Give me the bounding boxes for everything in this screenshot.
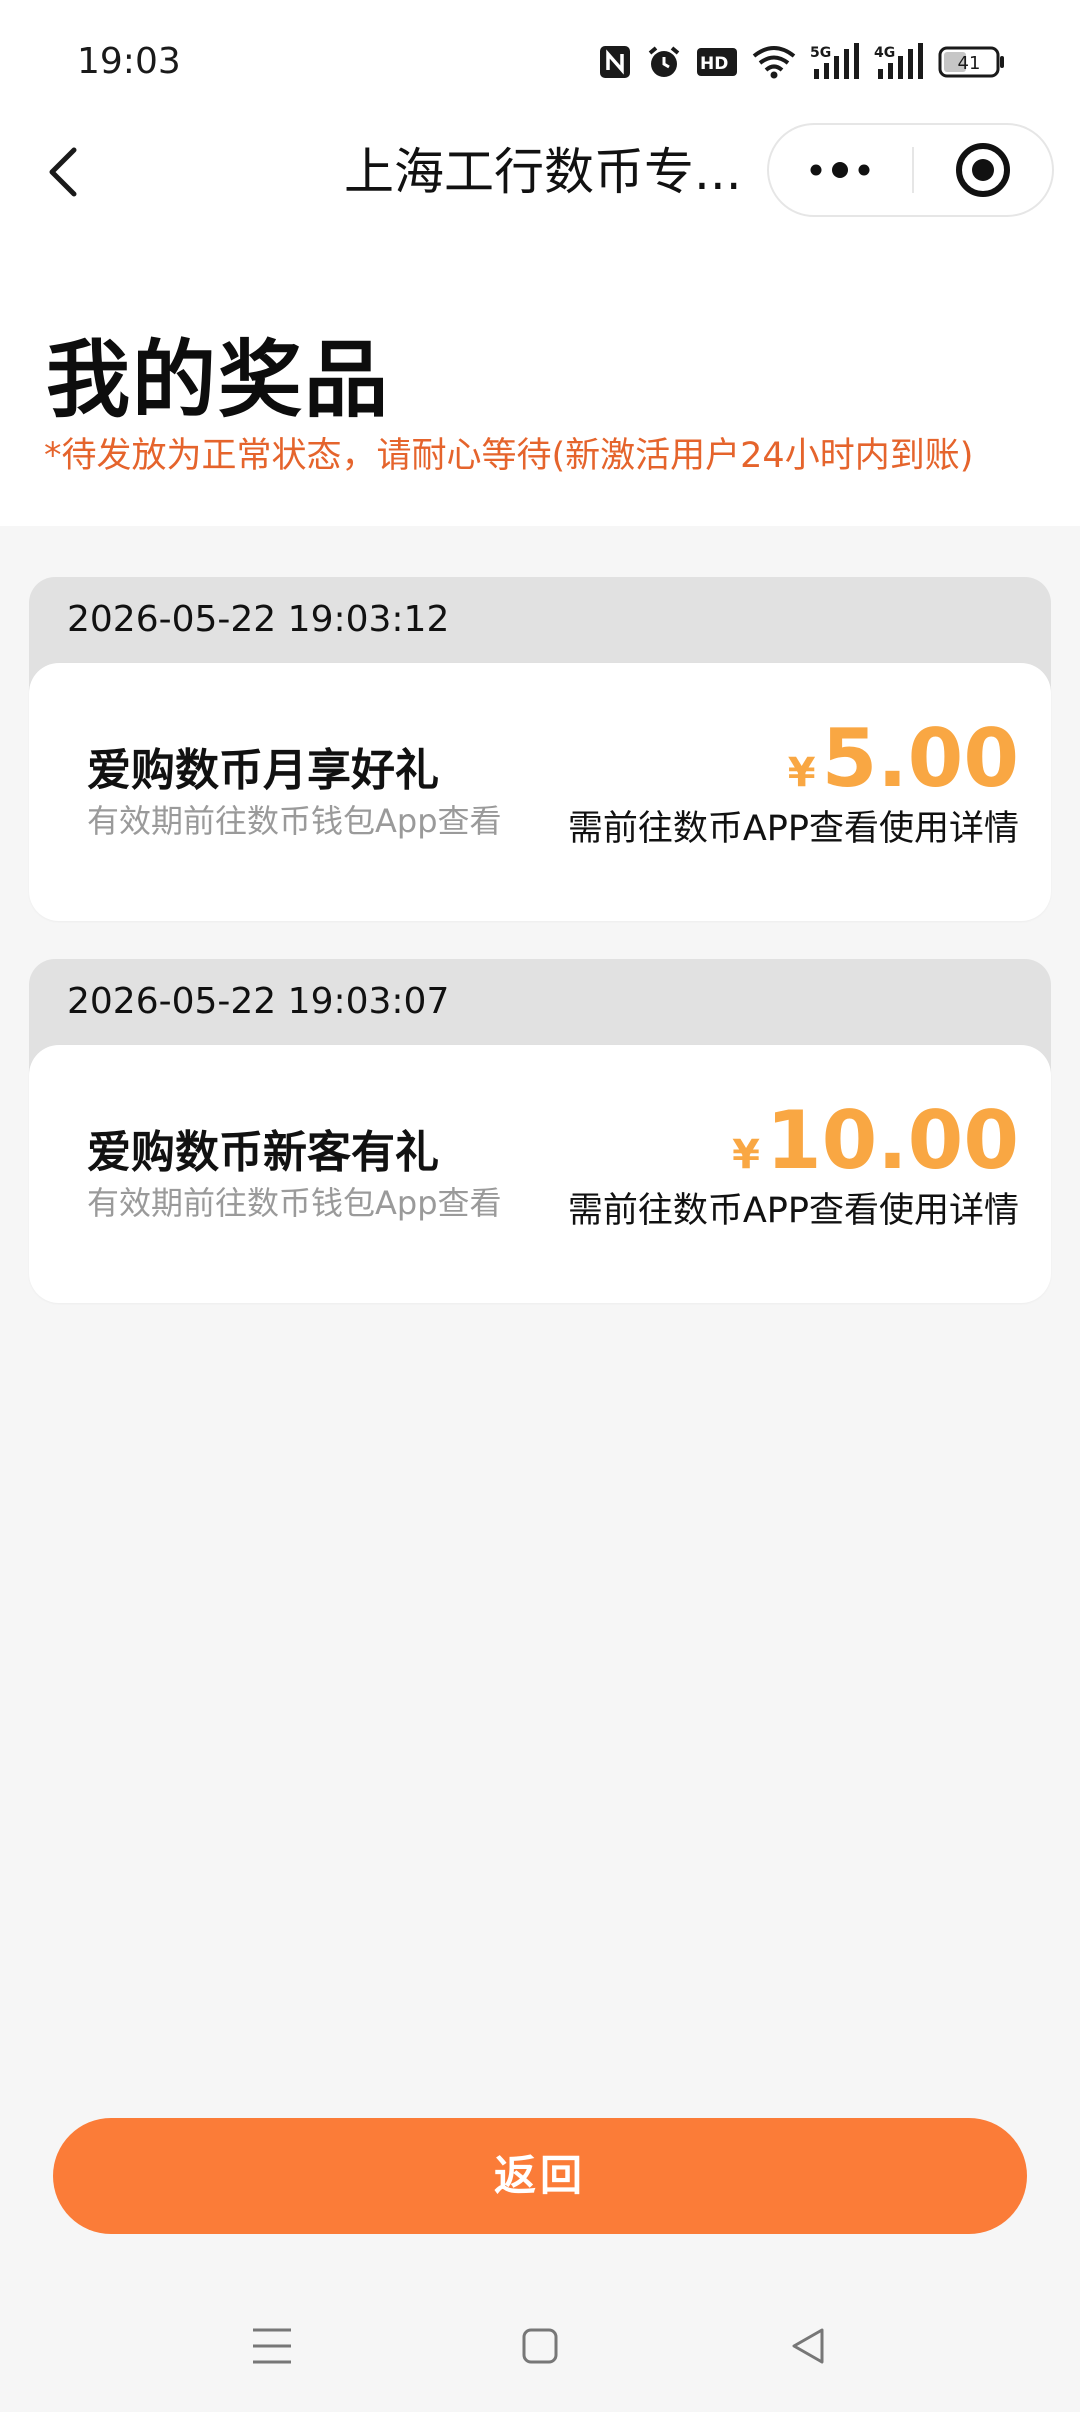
hd-icon: HD	[696, 46, 738, 78]
currency-symbol: ¥	[732, 1132, 760, 1178]
currency-symbol: ¥	[787, 750, 816, 796]
wifi-icon	[752, 44, 796, 80]
pending-notice: *待发放为正常状态，请耐心等待(新激活用户24小时内到账)	[44, 436, 974, 476]
close-button[interactable]	[914, 125, 1052, 215]
prize-name: 爱购数币月享好礼	[87, 745, 439, 796]
prize-amount: ¥ 10.00	[732, 1093, 1019, 1189]
prize-date: 2026-05-22 19:03:07	[67, 981, 450, 1022]
signal-4g-icon: 4G	[874, 43, 924, 81]
svg-text:4G: 4G	[874, 45, 895, 61]
svg-text:5G: 5G	[810, 45, 831, 61]
prize-amount: ¥ 5.00	[788, 711, 1019, 807]
prize-validity: 有效期前往数币钱包App查看	[87, 1184, 502, 1222]
page-title: 我的奖品	[46, 331, 391, 429]
nav-title: 上海工行数币专...	[344, 143, 742, 201]
amount-value: 5.00	[821, 712, 1019, 805]
nfc-icon	[598, 44, 632, 80]
prize-usage-tip: 需前往数币APP查看使用详情	[567, 809, 1019, 849]
back-button[interactable]	[34, 136, 94, 208]
card-body: 爱购数币月享好礼 有效期前往数币钱包App查看 ¥ 5.00 需前往数币APP查…	[29, 663, 1051, 921]
prize-validity: 有效期前往数币钱包App查看	[87, 802, 502, 840]
prize-name: 爱购数币新客有礼	[87, 1127, 439, 1178]
alarm-icon	[646, 44, 682, 80]
status-time: 19:03	[77, 41, 181, 82]
battery-icon: 41	[938, 45, 1006, 79]
more-dots-icon	[810, 162, 869, 178]
target-close-icon	[956, 143, 1010, 197]
prize-usage-tip: 需前往数币APP查看使用详情	[567, 1191, 1019, 1231]
signal-5g-icon: 5G	[810, 43, 860, 81]
triangle-back-icon[interactable]	[780, 2316, 836, 2376]
svg-text:HD: HD	[700, 54, 728, 74]
more-button[interactable]	[769, 125, 910, 215]
return-button[interactable]: 返回	[53, 2118, 1027, 2234]
home-square-icon[interactable]	[512, 2316, 568, 2376]
back-arrow-icon	[49, 147, 77, 197]
svg-text:41: 41	[958, 53, 981, 74]
status-icons: HD 5G 4G 41	[598, 38, 1006, 86]
menu-lines-icon[interactable]	[244, 2316, 300, 2376]
amount-value: 10.00	[765, 1094, 1019, 1187]
prize-date: 2026-05-22 19:03:12	[67, 599, 450, 640]
mini-program-capsule	[767, 123, 1054, 217]
card-body: 爱购数币新客有礼 有效期前往数币钱包App查看 ¥ 10.00 需前往数币APP…	[29, 1045, 1051, 1303]
